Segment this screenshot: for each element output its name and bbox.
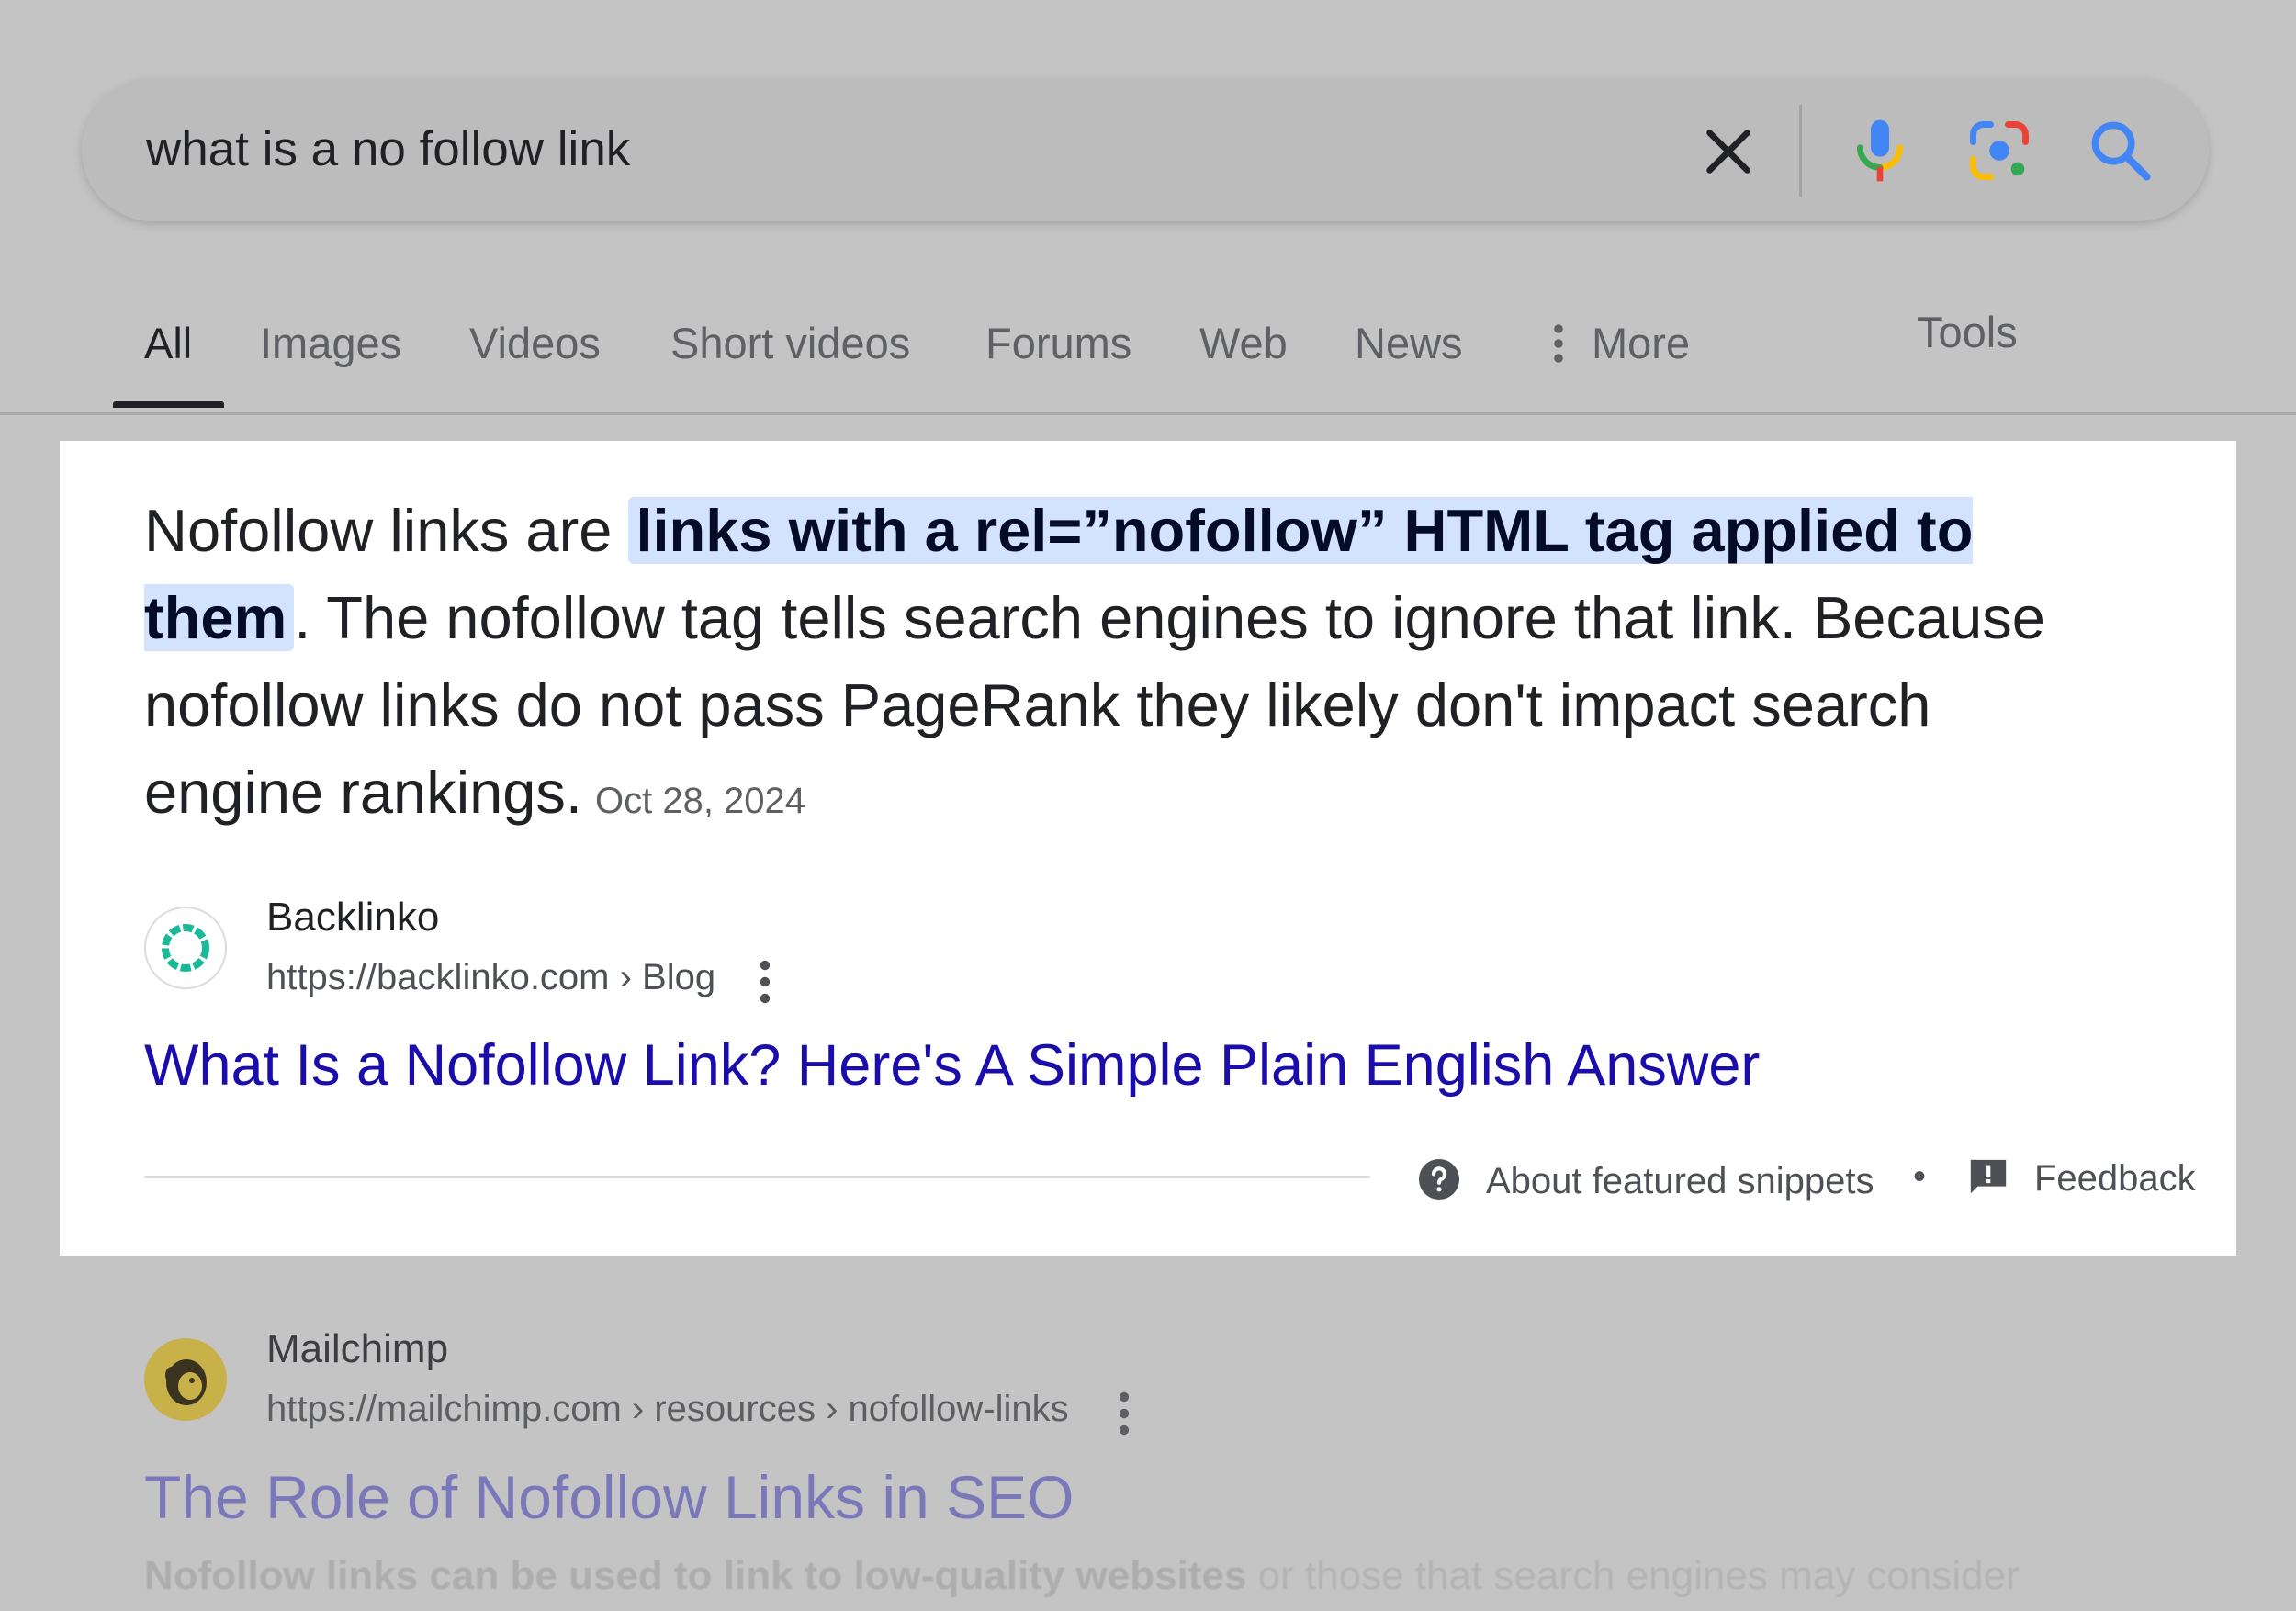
search-input[interactable]: what is a no follow link (146, 121, 630, 178)
tab-web[interactable]: Web (1199, 317, 1288, 370)
about-featured-snippets-link[interactable]: About featured snippets (1486, 1159, 1874, 1203)
microphone-icon[interactable] (1843, 114, 1917, 187)
question-circle-icon[interactable] (1417, 1157, 1461, 1201)
tabs-divider (0, 412, 2296, 415)
search-icon[interactable] (2086, 116, 2155, 186)
vertical-dots-icon[interactable] (1545, 321, 1572, 366)
tab-videos[interactable]: Videos (469, 317, 601, 370)
snippet-text: Nofollow links are links with a rel=”nof… (144, 487, 2119, 845)
backlinko-logo-icon (162, 924, 209, 972)
featured-snippet: Nofollow links are links with a rel=”nof… (60, 441, 2236, 1256)
active-tab-indicator (113, 401, 224, 408)
camera-lens-icon[interactable] (1964, 116, 2034, 186)
result-options-icon[interactable] (756, 958, 774, 1006)
tab-forums[interactable]: Forums (985, 317, 1131, 370)
feedback-flag-icon[interactable] (1967, 1156, 2009, 1199)
result-description-rest: or those that search engines may conside… (1246, 1553, 2020, 1598)
result-description-bold: Nofollow links can be used to link to lo… (144, 1553, 1247, 1598)
result-title-link[interactable]: The Role of Nofollow Links in SEO (144, 1460, 1074, 1534)
result-description: Nofollow links can be used to link to lo… (144, 1550, 2284, 1611)
search-bar-divider (1799, 105, 1802, 197)
search-bar: what is a no follow link (82, 79, 2209, 221)
backlinko-favicon[interactable] (144, 907, 227, 989)
snippet-divider (144, 1176, 1370, 1178)
tab-more[interactable]: More (1592, 317, 1690, 370)
mailchimp-favicon[interactable] (144, 1338, 227, 1421)
result-options-icon[interactable] (1115, 1390, 1133, 1437)
snippet-text-after: . The nofollow tag tells search engines … (144, 584, 2045, 826)
separator-dot: • (1913, 1156, 1927, 1197)
tab-news[interactable]: News (1355, 317, 1463, 370)
source-name[interactable]: Backlinko (266, 893, 439, 942)
source-url[interactable]: https://backlinko.com › Blog (266, 955, 715, 999)
tools-button[interactable]: Tools (1917, 306, 2018, 359)
tab-images[interactable]: Images (260, 317, 401, 370)
snippet-title-link[interactable]: What Is a Nofollow Link? Here's A Simple… (144, 1029, 1760, 1102)
result-source-name[interactable]: Mailchimp (266, 1324, 448, 1374)
result-source-url[interactable]: https://mailchimp.com › resources › nofo… (266, 1387, 1069, 1431)
feedback-link[interactable]: Feedback (2034, 1156, 2196, 1200)
mailchimp-logo-icon (165, 1359, 207, 1405)
tab-all[interactable]: All (144, 317, 192, 370)
tab-short-videos[interactable]: Short videos (670, 317, 910, 370)
snippet-date: Oct 28, 2024 (595, 781, 806, 821)
snippet-text-before: Nofollow links are (144, 497, 629, 564)
close-icon[interactable] (1696, 119, 1761, 184)
